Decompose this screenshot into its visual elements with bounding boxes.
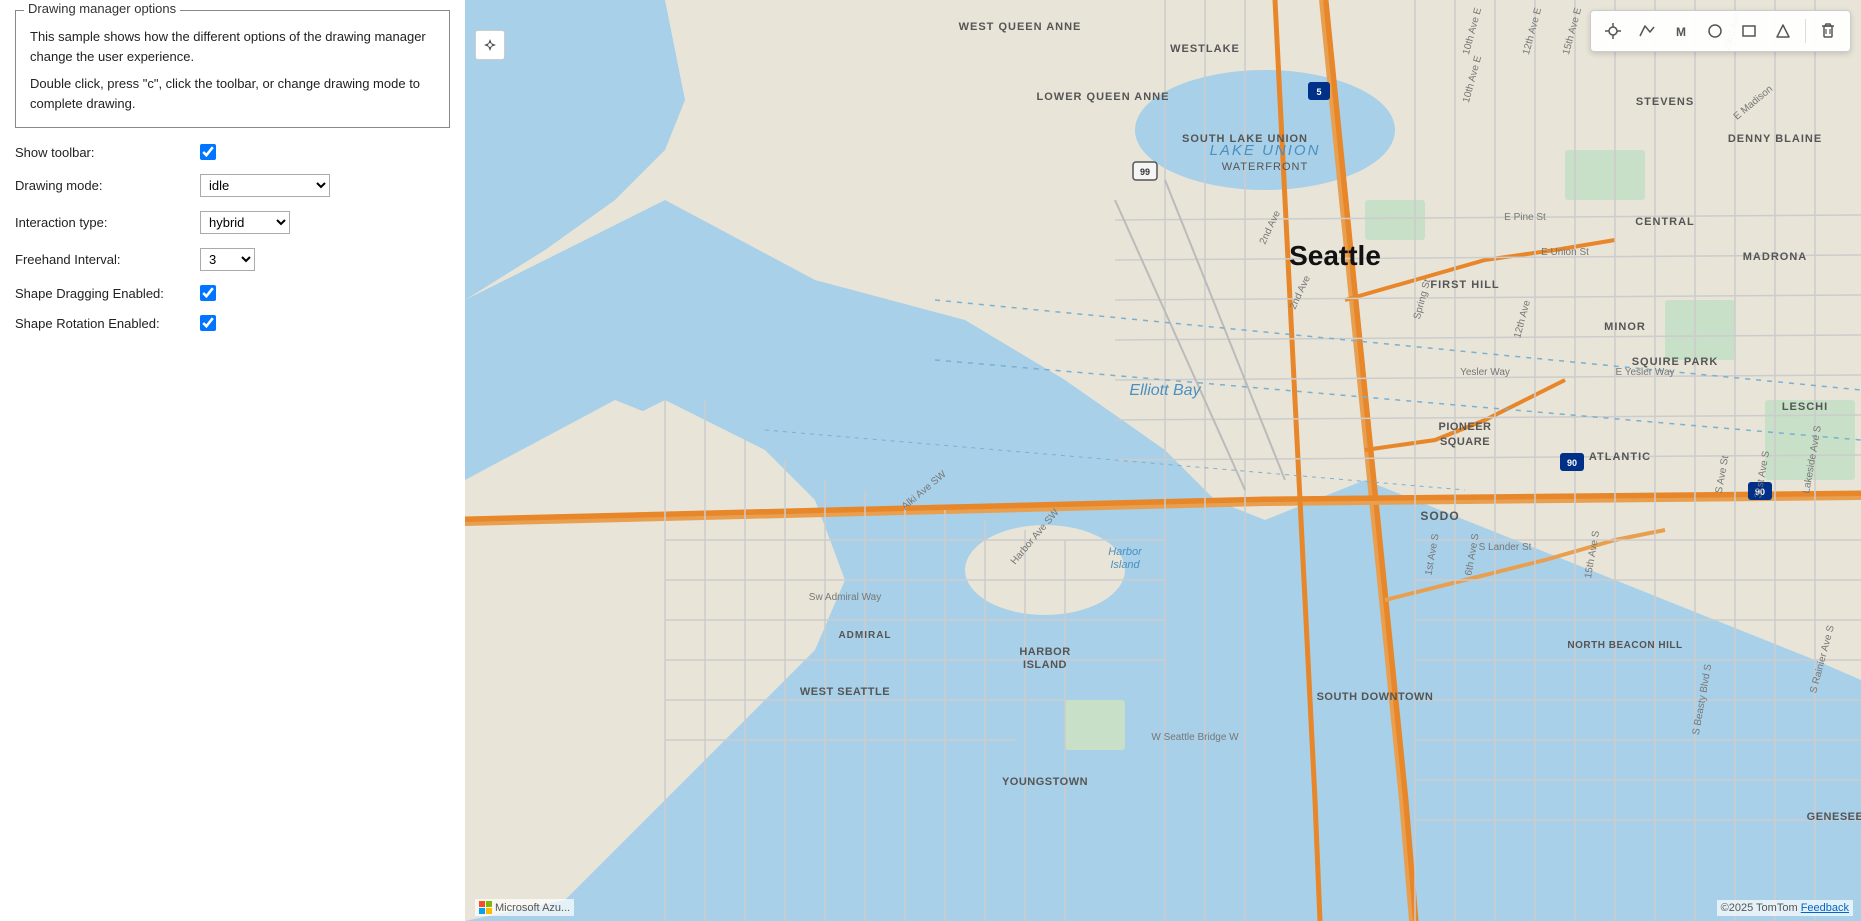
svg-text:WATERFRONT: WATERFRONT	[1222, 161, 1308, 173]
ms-sq-green	[486, 901, 492, 907]
svg-text:HARBOR: HARBOR	[1019, 646, 1070, 658]
interaction-type-select[interactable]: hybrid click freehand	[200, 211, 290, 234]
drawing-mode-row: Drawing mode: idle draw-line draw-polygo…	[15, 174, 450, 197]
svg-text:LESCHI: LESCHI	[1782, 401, 1828, 413]
ms-squares-icon	[479, 901, 492, 914]
svg-text:WEST SEATTLE: WEST SEATTLE	[800, 686, 890, 698]
svg-text:Harbor: Harbor	[1108, 546, 1143, 558]
svg-text:ISLAND: ISLAND	[1023, 659, 1067, 671]
shape-dragging-label: Shape Dragging Enabled:	[15, 286, 200, 301]
map-navigate-button[interactable]	[475, 30, 505, 60]
triangle-tool-button[interactable]	[1767, 15, 1799, 47]
description-1: This sample shows how the different opti…	[30, 27, 435, 66]
svg-text:ADMIRAL: ADMIRAL	[838, 630, 891, 641]
map-background: 5 99 90 90 WEST QUEEN ANNE WESTLAKE LOWE…	[465, 0, 1861, 921]
svg-text:S Lander St: S Lander St	[1479, 542, 1532, 553]
freehand-interval-label: Freehand Interval:	[15, 252, 200, 267]
microsoft-logo: Microsoft Azu...	[475, 899, 574, 916]
svg-text:Seattle: Seattle	[1289, 240, 1381, 271]
point-tool-button[interactable]	[1597, 15, 1629, 47]
show-toolbar-label: Show toolbar:	[15, 145, 200, 160]
ms-sq-red	[479, 901, 485, 907]
svg-text:STEVENS: STEVENS	[1636, 96, 1694, 108]
svg-text:Island: Island	[1110, 559, 1140, 571]
options-box: Drawing manager options This sample show…	[15, 10, 450, 128]
svg-text:LOWER QUEEN ANNE: LOWER QUEEN ANNE	[1037, 91, 1170, 103]
drawing-mode-select[interactable]: idle draw-line draw-polygon draw-circle …	[200, 174, 330, 197]
svg-text:NORTH BEACON HILL: NORTH BEACON HILL	[1567, 640, 1682, 651]
show-toolbar-row: Show toolbar:	[15, 144, 450, 160]
description-2: Double click, press "c", click the toolb…	[30, 74, 435, 113]
shape-dragging-checkbox[interactable]	[200, 285, 216, 301]
svg-text:WEST QUEEN ANNE: WEST QUEEN ANNE	[959, 21, 1082, 33]
interaction-type-row: Interaction type: hybrid click freehand	[15, 211, 450, 234]
svg-text:DENNY BLAINE: DENNY BLAINE	[1728, 133, 1822, 145]
map-copyright: ©2025 TomTom Feedback	[1717, 900, 1853, 916]
svg-text:M: M	[1676, 25, 1686, 39]
svg-text:ATLANTIC: ATLANTIC	[1589, 451, 1651, 463]
svg-text:CENTRAL: CENTRAL	[1635, 216, 1695, 228]
svg-text:90: 90	[1567, 458, 1577, 468]
ms-sq-yellow	[486, 908, 492, 914]
zoom-controls	[475, 30, 505, 60]
svg-text:FIRST HILL: FIRST HILL	[1430, 279, 1499, 291]
ms-sq-blue	[479, 908, 485, 914]
svg-text:E Yesler Way: E Yesler Way	[1615, 367, 1674, 378]
ms-label: Microsoft Azu...	[495, 902, 570, 914]
polygon-tool-button[interactable]: M	[1665, 15, 1697, 47]
svg-text:SQUARE: SQUARE	[1440, 436, 1490, 448]
svg-text:PIONEER: PIONEER	[1438, 421, 1491, 433]
shape-rotation-checkbox[interactable]	[200, 315, 216, 331]
svg-text:GENESEE: GENESEE	[1807, 811, 1861, 823]
left-panel: Drawing manager options This sample show…	[0, 0, 465, 921]
svg-text:5: 5	[1316, 87, 1321, 97]
copyright-text: ©2025 TomTom	[1721, 902, 1798, 914]
drawing-toolbar: M	[1590, 10, 1851, 52]
shape-rotation-row: Shape Rotation Enabled:	[15, 315, 450, 331]
show-toolbar-checkbox[interactable]	[200, 144, 216, 160]
freehand-interval-select[interactable]: 1 2 3 4 5	[200, 248, 255, 271]
svg-text:LAKE UNION: LAKE UNION	[1210, 142, 1321, 159]
svg-text:99: 99	[1140, 167, 1150, 177]
delete-tool-button[interactable]	[1812, 15, 1844, 47]
polyline-tool-button[interactable]	[1631, 15, 1663, 47]
svg-text:Yesler Way: Yesler Way	[1460, 367, 1510, 378]
svg-text:SOUTH DOWNTOWN: SOUTH DOWNTOWN	[1317, 691, 1434, 703]
svg-text:E Union St: E Union St	[1541, 247, 1589, 258]
options-box-title: Drawing manager options	[24, 1, 180, 16]
shape-rotation-label: Shape Rotation Enabled:	[15, 316, 200, 331]
svg-text:WESTLAKE: WESTLAKE	[1170, 43, 1240, 55]
feedback-link[interactable]: Feedback	[1801, 902, 1849, 914]
freehand-interval-row: Freehand Interval: 1 2 3 4 5	[15, 248, 450, 271]
svg-text:Elliott Bay: Elliott Bay	[1129, 382, 1201, 399]
rectangle-tool-button[interactable]	[1733, 15, 1765, 47]
svg-text:MADRONA: MADRONA	[1743, 251, 1807, 263]
svg-text:E Pine St: E Pine St	[1504, 212, 1546, 223]
map-container[interactable]: 5 99 90 90 WEST QUEEN ANNE WESTLAKE LOWE…	[465, 0, 1861, 921]
circle-tool-button[interactable]	[1699, 15, 1731, 47]
svg-text:Sw Admiral Way: Sw Admiral Way	[809, 592, 881, 603]
drawing-mode-label: Drawing mode:	[15, 178, 200, 193]
svg-text:W Seattle Bridge W: W Seattle Bridge W	[1151, 732, 1239, 743]
svg-text:YOUNGSTOWN: YOUNGSTOWN	[1002, 776, 1088, 788]
shape-dragging-row: Shape Dragging Enabled:	[15, 285, 450, 301]
interaction-type-label: Interaction type:	[15, 215, 200, 230]
svg-text:MINOR: MINOR	[1604, 321, 1646, 333]
toolbar-separator	[1805, 19, 1806, 43]
svg-text:SODO: SODO	[1420, 509, 1459, 523]
